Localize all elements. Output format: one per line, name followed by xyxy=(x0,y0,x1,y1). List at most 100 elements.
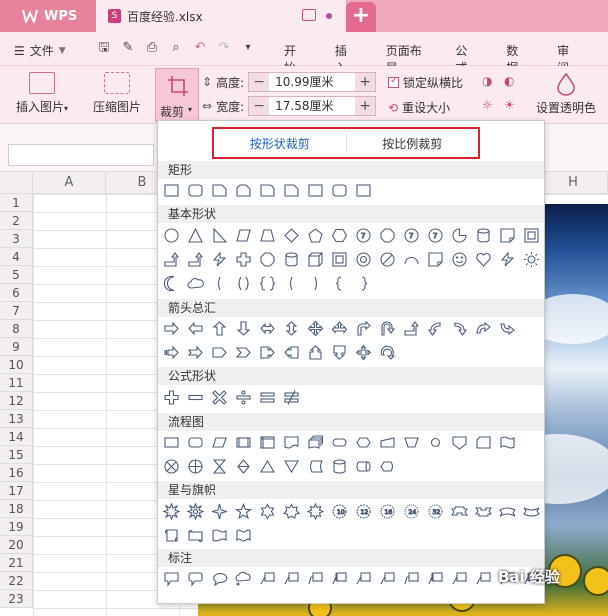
ar3-shape-icon[interactable] xyxy=(331,320,348,337)
fOff-shape-icon[interactable] xyxy=(451,434,468,451)
bent-shape-icon[interactable] xyxy=(355,320,372,337)
div-shape-icon[interactable] xyxy=(235,389,252,406)
fTerm-shape-icon[interactable] xyxy=(331,434,348,451)
compress-picture-button[interactable]: 压缩图片 xyxy=(90,72,144,115)
rect-shape-icon[interactable] xyxy=(355,182,372,199)
lup-shape-icon[interactable] xyxy=(403,320,420,337)
set-transparent-color-button[interactable]: 设置透明色 xyxy=(534,72,598,116)
cLine2-shape-icon[interactable] xyxy=(283,570,300,587)
dwave-shape-icon[interactable] xyxy=(235,527,252,544)
contrast-increase-icon[interactable]: ◑ xyxy=(482,74,492,88)
fColl-shape-icon[interactable] xyxy=(211,458,228,475)
fStored-shape-icon[interactable] xyxy=(307,458,324,475)
fData-shape-icon[interactable] xyxy=(211,434,228,451)
frame-shape-icon[interactable] xyxy=(331,251,348,268)
lbrace-shape-icon[interactable] xyxy=(331,275,348,292)
bolt-shape-icon[interactable] xyxy=(499,251,516,268)
fTape-shape-icon[interactable] xyxy=(499,434,516,451)
star16-shape-icon[interactable]: 16 xyxy=(379,503,396,520)
nosym-shape-icon[interactable] xyxy=(379,251,396,268)
width-increase-button[interactable]: + xyxy=(355,97,376,115)
scrollH-shape-icon[interactable] xyxy=(187,527,204,544)
oct-shape-icon[interactable] xyxy=(379,227,396,244)
notched-shape-icon[interactable] xyxy=(187,344,204,361)
row-header[interactable]: 18 xyxy=(0,500,33,518)
fCard-shape-icon[interactable] xyxy=(475,434,492,451)
plus-shape-icon[interactable] xyxy=(163,389,180,406)
moon-shape-icon[interactable] xyxy=(163,275,180,292)
cLine3-shape-icon[interactable] xyxy=(307,570,324,587)
fSum-shape-icon[interactable] xyxy=(163,458,180,475)
rtri-shape-icon[interactable] xyxy=(211,227,228,244)
row-header[interactable]: 3 xyxy=(0,230,33,248)
arUD-shape-icon[interactable] xyxy=(283,320,300,337)
row-header[interactable]: 12 xyxy=(0,392,33,410)
fPrep-shape-icon[interactable] xyxy=(355,434,372,451)
oct-shape-icon[interactable] xyxy=(259,251,276,268)
row-header[interactable]: 2 xyxy=(0,212,33,230)
row-header[interactable]: 16 xyxy=(0,464,33,482)
curvD-shape-icon[interactable] xyxy=(499,320,516,337)
cube-shape-icon[interactable] xyxy=(307,251,324,268)
hex-shape-icon[interactable] xyxy=(331,227,348,244)
curvU-shape-icon[interactable] xyxy=(475,320,492,337)
rrect-shape-icon[interactable] xyxy=(331,182,348,199)
oval-shape-icon[interactable] xyxy=(163,227,180,244)
curRibUp-shape-icon[interactable] xyxy=(499,503,516,520)
lock-ratio-checkbox[interactable] xyxy=(388,75,399,88)
arc-shape-icon[interactable] xyxy=(403,251,420,268)
fDoc-shape-icon[interactable] xyxy=(283,434,300,451)
star10-shape-icon[interactable]: 10 xyxy=(331,503,348,520)
row-header[interactable]: 11 xyxy=(0,374,33,392)
heart-shape-icon[interactable] xyxy=(475,251,492,268)
curvR-shape-icon[interactable] xyxy=(451,320,468,337)
brace-shape-icon[interactable] xyxy=(259,275,276,292)
row-header[interactable]: 15 xyxy=(0,446,33,464)
arL-shape-icon[interactable] xyxy=(187,320,204,337)
star32-shape-icon[interactable]: 32 xyxy=(427,503,444,520)
star4-shape-icon[interactable] xyxy=(211,503,228,520)
fConn-shape-icon[interactable] xyxy=(427,434,444,451)
cRRect-shape-icon[interactable] xyxy=(187,570,204,587)
fDirect-shape-icon[interactable] xyxy=(355,458,372,475)
rbrace-shape-icon[interactable] xyxy=(355,275,372,292)
hept-shape-icon[interactable]: 7 xyxy=(403,227,420,244)
column-header-h[interactable]: H xyxy=(539,172,608,194)
print-preview-icon[interactable]: ⌕ xyxy=(168,40,184,56)
row-header[interactable]: 7 xyxy=(0,302,33,320)
row-header[interactable]: 6 xyxy=(0,284,33,302)
customize-toolbar-icon[interactable]: ▾ xyxy=(240,40,256,56)
arD-shape-icon[interactable] xyxy=(235,320,252,337)
insert-picture-button[interactable]: 插入图片▾ xyxy=(12,72,72,115)
rect-shape-icon[interactable] xyxy=(163,182,180,199)
reset-size-button[interactable]: ⟲ 重设大小 xyxy=(388,99,450,116)
height-decrease-button[interactable]: − xyxy=(249,73,270,91)
crop-by-shape-tab[interactable]: 按形状裁剪 xyxy=(214,135,346,152)
fDisp-shape-icon[interactable] xyxy=(379,458,396,475)
smile-shape-icon[interactable] xyxy=(451,251,468,268)
round1-shape-icon[interactable] xyxy=(259,182,276,199)
name-box[interactable] xyxy=(8,144,154,166)
row-header[interactable]: 8 xyxy=(0,320,33,338)
curvL-shape-icon[interactable] xyxy=(427,320,444,337)
row-header[interactable]: 22 xyxy=(0,572,33,590)
row-header[interactable]: 17 xyxy=(0,482,33,500)
fInt-shape-icon[interactable] xyxy=(259,434,276,451)
brightness-increase-icon[interactable]: ☼ xyxy=(482,98,493,112)
lbracket-shape-icon[interactable] xyxy=(283,275,300,292)
cLine2-shape-icon[interactable] xyxy=(379,570,396,587)
striped-shape-icon[interactable] xyxy=(163,344,180,361)
sun-shape-icon[interactable] xyxy=(523,251,540,268)
diamond-shape-icon[interactable] xyxy=(283,227,300,244)
fAlt-shape-icon[interactable] xyxy=(187,434,204,451)
trap-shape-icon[interactable] xyxy=(259,227,276,244)
new-tab-button[interactable]: + xyxy=(346,2,376,32)
fProcess-shape-icon[interactable] xyxy=(163,434,180,451)
width-stepper[interactable]: − 17.58厘米 + xyxy=(248,96,377,116)
minus-shape-icon[interactable] xyxy=(187,389,204,406)
neq-shape-icon[interactable] xyxy=(283,389,300,406)
row-header[interactable]: 4 xyxy=(0,248,33,266)
row-header[interactable]: 9 xyxy=(0,338,33,356)
lbracket-shape-icon[interactable] xyxy=(211,275,228,292)
fManOp-shape-icon[interactable] xyxy=(403,434,420,451)
